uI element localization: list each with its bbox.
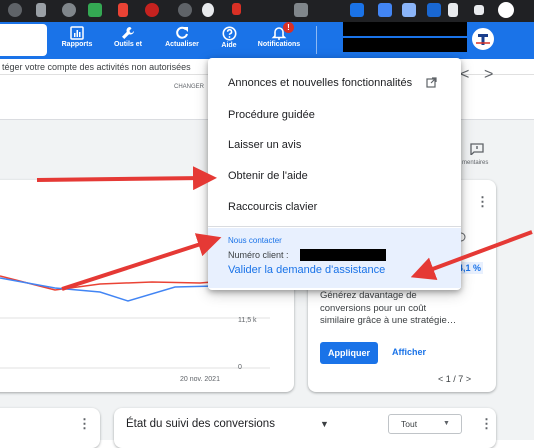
recommendation-text-line: similaire grâce à une stratégie… xyxy=(320,315,457,326)
more-options-icon[interactable]: ⋮ xyxy=(78,416,91,432)
pager-prev-icon[interactable]: < xyxy=(438,374,443,384)
help-button[interactable]: Aide xyxy=(212,24,246,57)
help-label: Aide xyxy=(221,42,237,49)
apply-button[interactable]: Appliquer xyxy=(320,342,378,364)
extension-icon[interactable] xyxy=(232,3,241,15)
recommendation-text-line: Générez davantage de xyxy=(320,290,417,301)
help-menu: Annonces et nouvelles fonctionnalités Pr… xyxy=(208,58,461,290)
refresh-label: Actualiser xyxy=(165,41,199,48)
extension-icon[interactable] xyxy=(88,3,102,17)
account-logo-icon xyxy=(473,29,493,49)
notifications-label: Notifications xyxy=(257,41,301,48)
reports-label: Rapports xyxy=(61,41,93,48)
profile-icon[interactable] xyxy=(498,2,514,18)
recommendation-text: Générez davantage de conversions pour un… xyxy=(320,290,456,328)
extension-icon[interactable] xyxy=(402,3,416,17)
extension-icon[interactable] xyxy=(294,3,308,17)
notification-badge: ! xyxy=(283,22,294,33)
bottom-left-card: ⋮ xyxy=(0,408,100,448)
menu-item-feedback[interactable]: Laisser un avis xyxy=(228,139,301,151)
tools-label: Outils et xyxy=(113,41,142,48)
pagination: < 1 / 7 > xyxy=(438,374,471,384)
card-title: État du suivi des conversions xyxy=(126,418,275,430)
client-number-label: Numéro client : xyxy=(228,250,289,260)
account-name-redaction xyxy=(343,22,467,36)
recommendation-text-line: conversions pour un coût xyxy=(320,302,427,314)
browser-extension-bar xyxy=(0,0,534,22)
help-icon xyxy=(222,26,236,41)
menu-divider xyxy=(208,226,461,227)
extension-icon[interactable] xyxy=(178,3,192,17)
extension-icon[interactable] xyxy=(448,3,458,17)
extension-icon[interactable] xyxy=(36,3,46,17)
menu-item-keyboard-shortcuts[interactable]: Raccourcis clavier xyxy=(228,201,317,213)
menu-item-guided-steps[interactable]: Procédure guidée xyxy=(228,109,315,121)
client-number-redaction xyxy=(300,249,386,261)
extension-icon[interactable] xyxy=(202,3,214,17)
conversion-tracking-card: État du suivi des conversions ▼ Tout ▼ ⋮ xyxy=(114,408,496,448)
next-chevron-icon[interactable]: > xyxy=(484,66,493,84)
menu-item-announcements[interactable]: Annonces et nouvelles fonctionnalités xyxy=(228,77,448,89)
dropdown-arrow-icon[interactable]: ▼ xyxy=(320,419,329,429)
search-input[interactable] xyxy=(0,24,47,56)
extension-icon[interactable] xyxy=(474,5,484,15)
top-navigation-bar: Rapports Outils et Actualiser Aide Notif… xyxy=(0,22,534,59)
extension-icon[interactable] xyxy=(145,3,159,17)
extension-icon[interactable] xyxy=(350,3,364,17)
y-axis-label-zero: 0 xyxy=(238,364,242,371)
reports-button[interactable]: Rapports xyxy=(57,24,97,57)
chevron-down-icon: ▼ xyxy=(443,420,450,427)
extension-icon[interactable] xyxy=(8,3,22,17)
comments-label: mentaires xyxy=(462,160,489,166)
account-id-redaction xyxy=(343,38,467,52)
more-options-icon[interactable]: ⋮ xyxy=(476,194,489,210)
open-external-icon xyxy=(426,77,437,88)
prev-chevron-icon[interactable]: < xyxy=(460,66,469,84)
filter-select-value: Tout xyxy=(401,419,418,429)
notifications-button[interactable]: Notifications ! xyxy=(254,22,304,57)
extension-icon[interactable] xyxy=(118,3,128,17)
validate-request-link[interactable]: Valider la demande d'assistance xyxy=(228,264,385,276)
extension-icon[interactable] xyxy=(62,3,76,17)
comments-button[interactable] xyxy=(470,142,492,157)
menu-item-get-help[interactable]: Obtenir de l'aide xyxy=(228,170,308,182)
avatar[interactable] xyxy=(470,26,496,52)
tools-button[interactable]: Outils et xyxy=(108,24,148,57)
y-axis-label-mid: 11,5 k xyxy=(238,317,257,324)
pager-next-icon[interactable]: > xyxy=(466,374,471,384)
toolbar-divider xyxy=(316,26,317,54)
contact-header: Nous contacter xyxy=(228,236,282,245)
change-link[interactable]: CHANGER xyxy=(174,84,204,90)
x-axis-date-label: 20 nov. 2021 xyxy=(180,376,220,383)
refresh-icon xyxy=(176,26,188,39)
wrench-icon xyxy=(122,27,134,39)
view-button[interactable]: Afficher xyxy=(392,347,426,357)
extension-icon[interactable] xyxy=(378,3,392,17)
menu-item-label: Annonces et nouvelles fonctionnalités xyxy=(228,77,413,89)
more-options-icon[interactable]: ⋮ xyxy=(480,416,493,432)
filter-select[interactable]: Tout ▼ xyxy=(388,414,462,434)
reports-icon xyxy=(70,26,84,40)
comment-icon xyxy=(470,143,484,157)
extension-icon[interactable] xyxy=(427,3,441,17)
refresh-button[interactable]: Actualiser xyxy=(162,24,202,57)
pager-label: 1 / 7 xyxy=(445,374,464,384)
